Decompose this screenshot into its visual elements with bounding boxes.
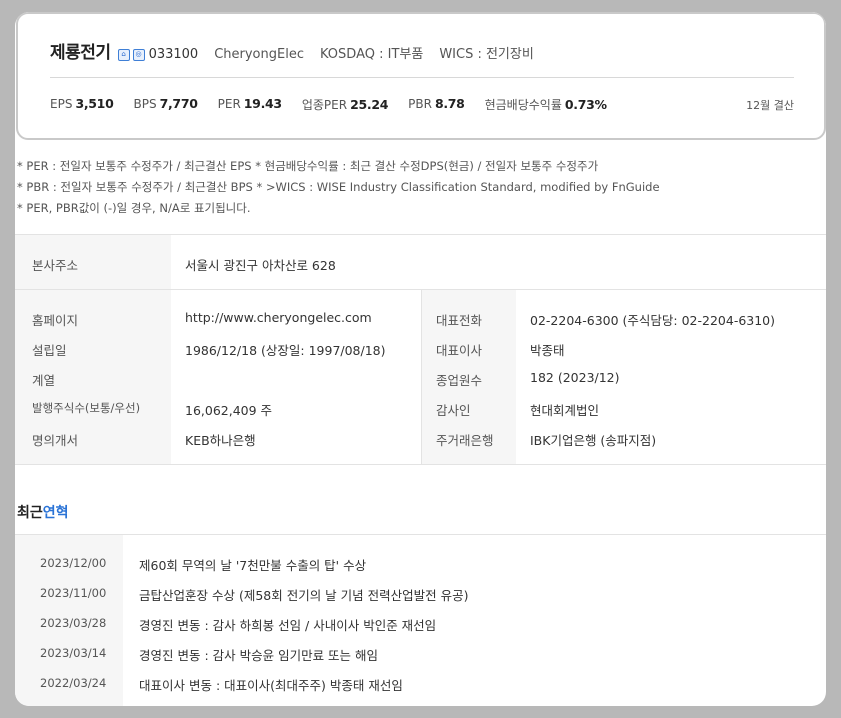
company-title-row: 제룡전기 ⌂ ◎ 033100 CheryongElec KOSDAQ : IT… [50,38,534,63]
history-item: 경영진 변동 : 감사 박승윤 임기만료 또는 해임 [139,648,379,663]
shares-label: 발행주식수(보통/우선) [32,401,141,415]
transfer-agent-value: KEB하나은행 [185,433,256,448]
history-date: 2023/11/00 [40,586,107,600]
metric-eps: EPS 3,510 [50,96,114,111]
wics-sector: WICS : 전기장비 [439,47,534,62]
company-summary-card: 제룡전기 ⌂ ◎ 033100 CheryongElec KOSDAQ : IT… [16,12,826,140]
ceo-label: 대표이사 [436,343,483,358]
founded-label: 설립일 [32,343,67,358]
ceo-value: 박종태 [530,343,565,358]
company-icon-group: ⌂ ◎ [117,48,145,61]
phone-value: 02-2204-6300 (주식담당: 02-2204-6310) [530,313,776,328]
transfer-agent-label: 명의개서 [32,433,79,448]
footnote-pbr: * PBR : 전일자 보통주 수정주가 / 최근결산 BPS * >WICS … [17,180,660,194]
main-bank-label: 주거래은행 [436,433,494,448]
market-sector: KOSDAQ : IT부품 [319,47,424,62]
ir-icon[interactable]: ◎ [132,48,145,61]
employees-value: 182 (2023/12) [530,370,620,385]
footnotes: * PER : 전일자 보통주 수정주가 / 최근결산 EPS * 현금배당수익… [17,156,660,219]
metric-bps: BPS 7,770 [133,96,198,111]
history-item: 제60회 무역의 날 '7천만불 수출의 탑' 수상 [139,558,367,573]
homepage-label: 홈페이지 [32,313,79,328]
shares-value: 16,062,409 주 [185,403,273,418]
company-name: 제룡전기 [50,43,111,63]
phone-label: 대표전화 [436,313,483,328]
founded-value: 1986/12/18 (상장일: 1997/08/18) [185,343,386,358]
address-value: 서울시 광진구 아차산로 628 [185,258,336,273]
affiliation-label: 계열 [32,373,56,388]
history-item: 경영진 변동 : 감사 하희봉 선임 / 사내이사 박인준 재선임 [139,618,437,633]
metric-industry-per: 업종PER 25.24 [301,97,389,112]
history-item: 금탑산업훈장 수상 (제58회 전기의 날 기념 전력산업발전 유공) [139,588,469,603]
address-label: 본사주소 [32,258,79,273]
auditor-label: 감사인 [436,403,471,418]
history-date: 2023/12/00 [40,556,107,570]
history-item: 대표이사 변동 : 대표이사(최대주주) 박종태 재선임 [139,678,403,693]
fiscal-year-note: 12월 결산 [746,99,794,112]
summary-divider [50,77,794,78]
metric-per: PER 19.43 [217,96,283,111]
employees-label: 종업원수 [436,373,483,388]
history-date: 2022/03/24 [40,676,107,690]
company-overview-panel: 제룡전기 ⌂ ◎ 033100 CheryongElec KOSDAQ : IT… [15,12,826,706]
footnote-na: * PER, PBR값이 (-)일 경우, N/A로 표기됩니다. [17,201,251,215]
divider [15,534,826,535]
metric-dividend-yield: 현금배당수익률 0.73% [484,97,607,112]
main-bank-value: IBK기업은행 (송파지점) [530,433,657,448]
divider [15,464,826,465]
history-date: 2023/03/28 [40,616,107,630]
metric-pbr: PBR 8.78 [408,96,465,111]
footnote-per: * PER : 전일자 보통주 수정주가 / 최근결산 EPS * 현금배당수익… [17,159,599,173]
home-icon[interactable]: ⌂ [117,48,130,61]
english-name: CheryongElec [214,47,304,62]
history-date: 2023/03/14 [40,646,107,660]
stock-code: 033100 [148,47,199,62]
homepage-link[interactable]: http://www.cheryongelec.com [185,310,372,325]
history-section-title: 최근연혁 [17,505,69,521]
auditor-value: 현대회계법인 [530,403,600,418]
metrics-row: EPS 3,510 BPS 7,770 PER 19.43 업종PER 25.24 PB… [50,96,627,113]
